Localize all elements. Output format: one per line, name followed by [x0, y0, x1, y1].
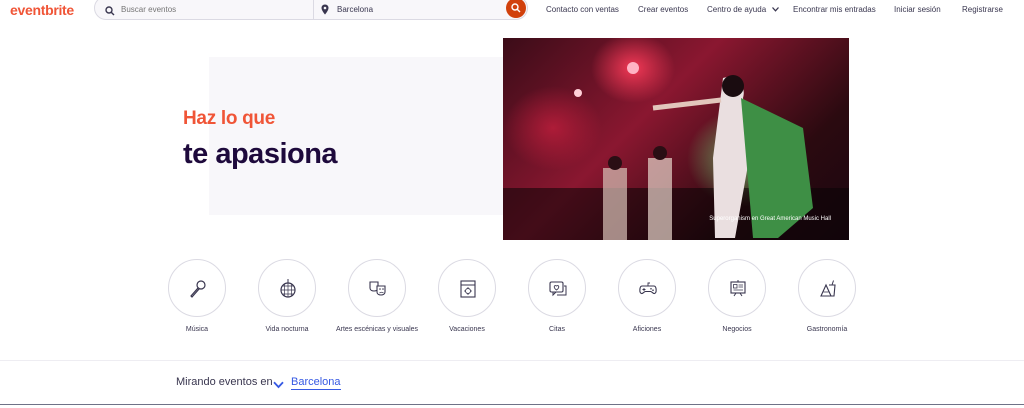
gamepad-icon	[639, 282, 657, 295]
top-nav-bar: eventbrite Barcelona Contacto con ventas…	[0, 0, 1024, 22]
chevron-down-icon	[772, 5, 780, 14]
microphone-icon	[190, 280, 206, 298]
nav-login[interactable]: Iniciar sesión	[894, 5, 941, 14]
category-icon-circle	[258, 259, 316, 317]
category-performing-arts[interactable]: Artes escénicas y visuales	[332, 259, 422, 335]
nav-signup[interactable]: Registrarse	[962, 5, 1003, 14]
hero-kicker: Haz lo que	[183, 108, 276, 129]
search-divider	[313, 0, 314, 19]
eventbrite-logo[interactable]: eventbrite	[10, 2, 74, 18]
browsing-city-selector[interactable]: Barcelona	[291, 376, 341, 390]
browsing-events-label: Mirando eventos en	[176, 376, 273, 388]
category-label: Aficiones	[632, 326, 662, 333]
category-holidays[interactable]: Vacaciones	[422, 259, 512, 335]
presentation-board-icon	[730, 280, 746, 297]
nav-find-tickets[interactable]: Encontrar mis entradas	[793, 5, 876, 14]
category-label: Negocios	[722, 326, 752, 333]
category-business[interactable]: Negocios	[692, 259, 782, 335]
category-label: Música	[185, 326, 209, 333]
chevron-down-icon[interactable]	[273, 376, 284, 394]
location-input[interactable]: Barcelona	[337, 5, 457, 14]
calendar-sun-icon	[460, 280, 476, 298]
content-card-top-edge	[0, 404, 1024, 408]
category-label: Vida nocturna	[265, 326, 309, 333]
category-dating[interactable]: Citas	[512, 259, 602, 335]
theater-masks-icon	[369, 281, 386, 296]
location-pin-icon	[321, 2, 329, 15]
search-icon	[511, 3, 521, 13]
hero-image-caption: Superorganism en Great American Music Ha…	[709, 216, 831, 222]
category-label: Gastronomía	[806, 326, 848, 333]
category-music[interactable]: Música	[152, 259, 242, 335]
category-food-drink[interactable]: Gastronomía	[782, 259, 872, 335]
category-hobbies[interactable]: Aficiones	[602, 259, 692, 335]
category-icon-circle	[798, 259, 856, 317]
search-button[interactable]	[506, 0, 526, 18]
category-label: Citas	[549, 326, 565, 333]
food-drink-icon	[820, 280, 836, 297]
search-input[interactable]	[121, 5, 301, 14]
category-icon-circle	[618, 259, 676, 317]
search-icon	[105, 3, 115, 16]
hero-title: te apasiona	[183, 138, 338, 170]
section-divider	[0, 360, 1024, 361]
category-nightlife[interactable]: Vida nocturna	[242, 259, 332, 335]
hero-image[interactable]: Superorganism en Great American Music Ha…	[503, 38, 849, 240]
category-label: Vacaciones	[449, 326, 485, 333]
chat-heart-icon	[549, 281, 567, 297]
nav-help-center-label: Centro de ayuda	[707, 5, 767, 14]
category-icon-circle	[168, 259, 226, 317]
category-label: Artes escénicas y visuales	[335, 326, 419, 333]
category-icon-circle	[438, 259, 496, 317]
nav-help-center[interactable]: Centro de ayuda	[707, 5, 780, 14]
disco-ball-icon	[280, 279, 296, 298]
category-icon-circle	[708, 259, 766, 317]
category-icon-circle	[528, 259, 586, 317]
nav-create-events[interactable]: Crear eventos	[638, 5, 688, 14]
search-bar: Barcelona	[94, 0, 528, 20]
category-icon-circle	[348, 259, 406, 317]
hero-background-panel	[209, 57, 503, 215]
nav-contact-sales[interactable]: Contacto con ventas	[546, 5, 619, 14]
concert-photo-illustration	[503, 62, 849, 240]
